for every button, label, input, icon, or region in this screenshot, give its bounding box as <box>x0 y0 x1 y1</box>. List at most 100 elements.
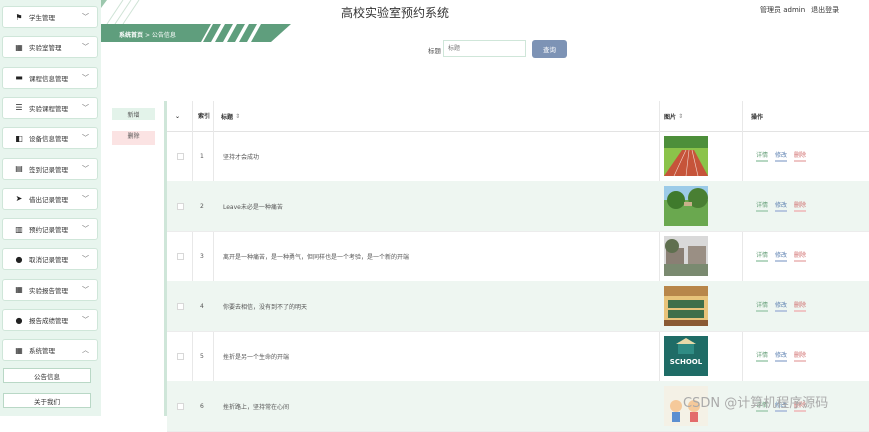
user-icon: ● <box>15 315 23 325</box>
edit-button[interactable]: 修改 <box>775 200 788 212</box>
edit-button[interactable]: 修改 <box>775 250 788 262</box>
chevron-down-icon[interactable]: ﹀ <box>82 224 89 234</box>
table-row: 1 坚持才会成功 详情 修改 删除 <box>167 131 869 182</box>
breadcrumb-separator: > <box>144 32 150 39</box>
row-index: 5 <box>200 352 204 360</box>
sidebar-item[interactable]: ▤ 签到记录管理 ﹀ <box>2 157 98 180</box>
sidebar-item-label: 系统管理 <box>29 347 55 356</box>
row-checkbox[interactable] <box>177 331 184 381</box>
breadcrumb-current: 公告信息 <box>151 32 176 39</box>
row-checkbox[interactable] <box>177 381 184 431</box>
delete-button[interactable]: 删除 <box>794 200 807 212</box>
row-image: SCHOOL <box>664 331 708 381</box>
search-label: 标题 <box>428 47 441 55</box>
row-index: 6 <box>200 402 204 410</box>
delete-button[interactable]: 删除 <box>794 300 807 312</box>
table-row: 4 你要去相信，没有到不了的明天 详情 修改 删除 <box>167 281 869 332</box>
folder-icon: ▬ <box>15 73 23 83</box>
table-row: 5 挫折是另一个生命的开端 SCHOOL 详情 修改 删除 <box>167 331 869 382</box>
row-title: Leave未必是一种痛苦 <box>223 203 283 211</box>
title-header-label: 标题 <box>221 113 234 121</box>
chevron-down-icon[interactable]: ﹀ <box>82 194 89 204</box>
breadcrumb-home[interactable]: 系统首页 <box>119 32 143 39</box>
detail-button[interactable]: 详情 <box>756 250 769 262</box>
sidebar-item-label: 借出记录管理 <box>29 195 68 204</box>
row-checkbox[interactable] <box>177 231 184 281</box>
row-index: 4 <box>200 302 204 310</box>
row-image <box>664 181 708 231</box>
sidebar-item[interactable]: ☰ 实验课程管理 ﹀ <box>2 96 98 119</box>
chevron-down-icon[interactable]: ﹀ <box>82 133 89 143</box>
row-image <box>664 131 708 181</box>
search-input[interactable] <box>443 40 526 57</box>
table-row: 3 离开是一种痛苦，是一种勇气，但同样也是一个考验，是一个新的开端 详情 修改 删除 <box>167 231 869 282</box>
sort-icon[interactable]: ⇕ <box>235 113 240 120</box>
sidebar-item[interactable]: ▦ 系统管理 ︿ <box>2 339 98 362</box>
delete-button[interactable]: 删除 <box>794 250 807 262</box>
csdn-watermark: CSDN @计算机程序源码 <box>683 396 829 411</box>
image-header-label: 图片 <box>664 113 677 121</box>
sidebar-item[interactable]: ▬ 课程信息管理 ﹀ <box>2 66 98 89</box>
flag-icon: ⚑ <box>15 12 23 22</box>
sidebar-item[interactable]: ● 报告成绩管理 ﹀ <box>2 309 98 331</box>
row-index: 2 <box>200 202 204 210</box>
row-image <box>664 231 708 281</box>
select-all-header[interactable]: ⌄ <box>175 101 180 131</box>
header-decoration <box>101 0 140 24</box>
row-actions: 详情 修改 删除 <box>756 331 807 381</box>
detail-button[interactable]: 详情 <box>756 350 769 362</box>
detail-button[interactable]: 详情 <box>756 200 769 212</box>
chevron-down-icon[interactable]: ﹀ <box>82 12 89 22</box>
chevron-down-icon[interactable]: ﹀ <box>82 73 89 83</box>
chevron-down-icon[interactable]: ﹀ <box>82 42 89 52</box>
table-row: 2 Leave未必是一种痛苦 详情 修改 删除 <box>167 181 869 232</box>
row-checkbox[interactable] <box>177 131 184 181</box>
sidebar-item[interactable]: ⚑ 学生管理 ﹀ <box>2 6 98 28</box>
sidebar-item-label: 取消记录管理 <box>29 256 68 265</box>
add-button[interactable]: 新增 <box>112 108 155 120</box>
batch-delete-button[interactable]: 删除 <box>112 131 155 145</box>
sidebar-item-label: 课程信息管理 <box>29 74 68 83</box>
sidebar-item-label: 预约记录管理 <box>29 226 68 235</box>
edit-button[interactable]: 修改 <box>775 300 788 312</box>
sidebar-subitem[interactable]: 关于我们 <box>3 393 91 408</box>
sidebar-item-label: 报告成绩管理 <box>29 317 68 325</box>
logout-link[interactable]: 退出登录 <box>811 6 839 14</box>
delete-button[interactable]: 删除 <box>794 350 807 362</box>
chart-icon: ▥ <box>15 224 23 234</box>
detail-button[interactable]: 详情 <box>756 150 769 162</box>
notice-table: ⌄ 索引 标题 ⇕ 图片 ⇕ 操作 1 坚持才会成功 详情 修改 删除 2 Leave未必是… <box>164 101 869 432</box>
sidebar-item[interactable]: ▦ 实验室管理 ﹀ <box>2 36 98 59</box>
truck-icon: ◧ <box>15 133 23 143</box>
row-actions: 详情 修改 删除 <box>756 131 807 181</box>
sidebar: ⚑ 学生管理 ﹀ ▦ 实验室管理 ﹀ ▬ 课程信息管理 ﹀ ☰ 实验课程管理 ﹀ ◧ 设备信息管理 ﹀ ▤ 签到… <box>0 0 101 416</box>
detail-button[interactable]: 详情 <box>756 300 769 312</box>
title-header[interactable]: 标题 ⇕ <box>221 101 240 131</box>
row-title: 坚持才会成功 <box>223 153 260 161</box>
image-header[interactable]: 图片 ⇕ <box>664 101 683 131</box>
sidebar-subitem[interactable]: 公告信息 <box>3 368 91 383</box>
chevron-down-icon[interactable]: ﹀ <box>82 285 89 295</box>
chevron-up-icon[interactable]: ︿ <box>82 345 89 355</box>
row-checkbox[interactable] <box>177 181 184 231</box>
chevron-down-icon[interactable]: ﹀ <box>82 315 89 325</box>
edit-button[interactable]: 修改 <box>775 350 788 362</box>
chevron-down-icon[interactable]: ﹀ <box>82 103 89 113</box>
edit-button[interactable]: 修改 <box>775 150 788 162</box>
sidebar-item[interactable]: ➤ 借出记录管理 ﹀ <box>2 187 98 210</box>
search-button[interactable]: 查询 <box>532 40 567 58</box>
sidebar-item[interactable]: ▥ 预约记录管理 ﹀ <box>2 218 98 241</box>
grid-icon: ▦ <box>15 42 23 52</box>
chevron-down-icon[interactable]: ﹀ <box>82 254 89 264</box>
chevron-down-icon[interactable]: ﹀ <box>82 164 89 174</box>
sidebar-item[interactable]: ▦ 实验报告管理 ﹀ <box>2 278 98 301</box>
delete-button[interactable]: 删除 <box>794 150 807 162</box>
sidebar-item[interactable]: ● 取消记录管理 ﹀ <box>2 248 98 271</box>
row-checkbox[interactable] <box>177 281 184 331</box>
sort-icon[interactable]: ⇕ <box>678 113 683 120</box>
row-image <box>664 281 708 331</box>
sidebar-item[interactable]: ◧ 设备信息管理 ﹀ <box>2 127 98 150</box>
admin-label: 管理员 admin <box>760 6 806 14</box>
page-title: 高校实验室预约系统 <box>340 6 449 20</box>
grid-icon: ▦ <box>15 345 23 355</box>
